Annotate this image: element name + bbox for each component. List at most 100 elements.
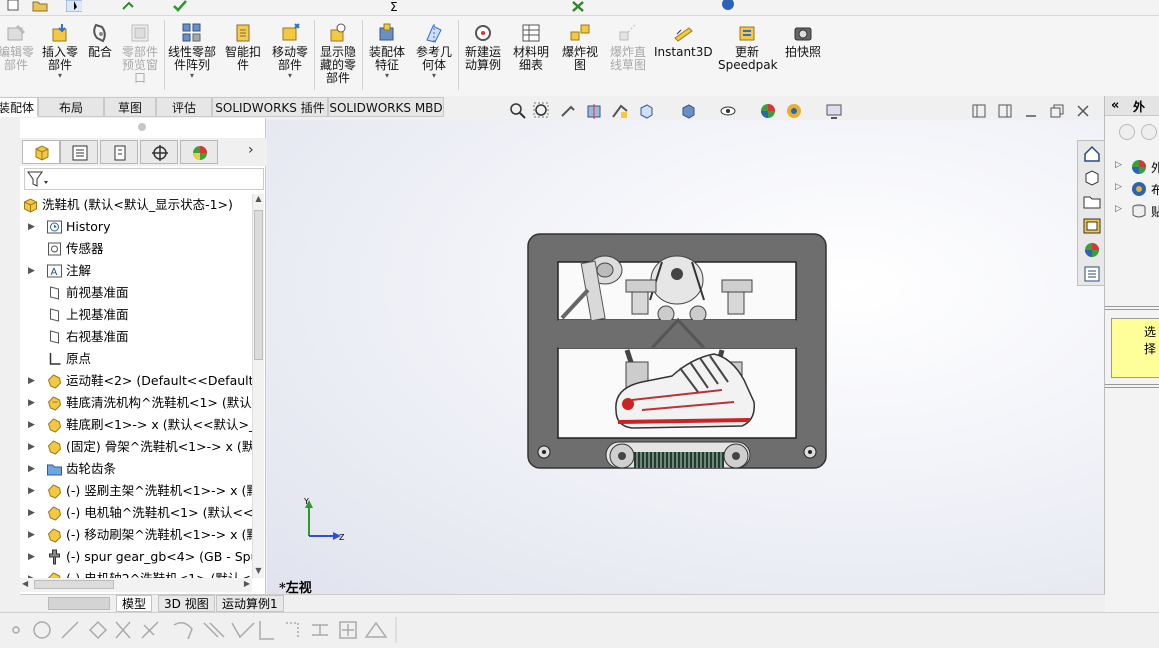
update-speedpak-button[interactable]: 更新 Speedpak — [718, 22, 778, 72]
zoom-to-fit-icon[interactable] — [509, 102, 527, 120]
appearances-scenes-icon[interactable] — [1082, 240, 1102, 260]
decals-tree-item[interactable]: ▷ 贴 — [1105, 202, 1159, 222]
tab-configuration-manager[interactable] — [100, 140, 138, 164]
tree-item[interactable]: ▶ 鞋底清洗机构^洗鞋机<1> (默认< — [20, 392, 252, 414]
file-explorer-icon[interactable] — [1082, 192, 1102, 212]
restore-icon[interactable] — [1050, 104, 1064, 118]
rebuild-icon[interactable] — [120, 0, 136, 12]
view-settings-icon[interactable] — [825, 102, 843, 120]
scroll-up-icon[interactable]: ▲ — [253, 194, 264, 206]
custom-properties-icon[interactable] — [1082, 264, 1102, 284]
expand-arrow-icon[interactable]: ▶ — [28, 524, 35, 546]
dropdown-arrow-icon[interactable]: ▾ — [166, 72, 218, 80]
bill-of-materials-button[interactable]: 材料明 细表 — [510, 22, 552, 72]
panel-grip[interactable] — [138, 123, 146, 131]
tab-solidworks-mbd[interactable]: SOLIDWORKS MBD — [328, 97, 444, 117]
scroll-thumb[interactable] — [254, 210, 263, 360]
cross-icon[interactable] — [570, 0, 586, 12]
open-icon[interactable] — [32, 0, 48, 12]
new-document-icon[interactable] — [6, 0, 22, 12]
expand-arrow-icon[interactable]: ▶ — [28, 546, 35, 568]
home-icon[interactable] — [1082, 144, 1102, 164]
back-icon[interactable] — [1119, 124, 1135, 140]
previous-view-icon[interactable] — [559, 102, 577, 120]
tree-item[interactable]: ▶ 运动鞋<2> (Default<<Default>_ — [20, 370, 252, 392]
sum-icon[interactable]: Σ — [388, 0, 404, 12]
instant3d-button[interactable]: Instant3D — [654, 22, 713, 59]
move-component-button[interactable]: 移动零 部件 ▾ — [270, 22, 310, 80]
help-icon[interactable] — [720, 0, 736, 12]
expand-arrow-icon[interactable]: ▶ — [28, 370, 35, 392]
dropdown-arrow-icon[interactable]: ▾ — [40, 72, 80, 80]
zoom-to-area-icon[interactable] — [533, 102, 551, 120]
pane-divider[interactable] — [1105, 384, 1159, 388]
tab-assembly[interactable]: 装配体 — [0, 97, 38, 117]
minimize-icon[interactable] — [1024, 104, 1038, 118]
exploded-view-button[interactable]: 爆炸视 图 — [560, 22, 600, 72]
expand-arrow-icon[interactable]: ▶ — [28, 568, 35, 578]
tree-item[interactable]: ▶ (-) spur gear_gb<4> (GB - Spur — [20, 546, 252, 568]
forward-icon[interactable] — [1141, 124, 1157, 140]
scenes-tree-item[interactable]: ▷ 布 — [1105, 180, 1159, 200]
dynamic-annotation-icon[interactable] — [611, 102, 629, 120]
expand-arrow-icon[interactable]: ▶ — [28, 414, 35, 436]
expand-arrow-icon[interactable]: ▶ — [28, 436, 35, 458]
tile-left-icon[interactable] — [972, 104, 986, 118]
tabs-scroll-right-icon[interactable]: › — [248, 142, 254, 158]
display-style-icon[interactable] — [679, 102, 697, 120]
insert-component-button[interactable]: 插入零 部件 ▾ — [40, 22, 80, 80]
view-palette-icon[interactable] — [1082, 216, 1102, 236]
snapshot-button[interactable]: 拍快照 — [780, 22, 826, 59]
dropdown-arrow-icon[interactable]: ▾ — [414, 72, 454, 80]
tree-item[interactable]: 洗鞋机 (默认<默认_显示状态-1>) — [20, 194, 252, 216]
hide-show-items-icon[interactable] — [719, 102, 737, 120]
tree-item[interactable]: 右视基准面 — [20, 326, 252, 348]
design-library-icon[interactable] — [1082, 168, 1102, 188]
expand-arrow-icon[interactable]: ▷ — [1115, 182, 1122, 192]
pane-divider[interactable] — [1105, 306, 1159, 310]
tree-item[interactable]: 原点 — [20, 348, 252, 370]
edit-component-button[interactable]: 编辑零 部件 — [0, 22, 34, 72]
expand-arrow-icon[interactable]: ▶ — [28, 458, 35, 480]
smart-fasteners-button[interactable]: 智能扣 件 — [222, 22, 264, 72]
assembly-features-button[interactable]: 装配体 特征 ▾ — [366, 22, 408, 80]
tree-item[interactable]: ▶ (-) 竖刷主架^洗鞋机<1>-> x (默认 — [20, 480, 252, 502]
collapse-pane-icon[interactable]: « — [1111, 98, 1119, 113]
graphics-area[interactable]: Y Z *左视 — [267, 120, 1104, 594]
show-hidden-components-button[interactable]: 显示隐 藏的零 部件 — [318, 22, 358, 85]
component-preview-button[interactable]: 零部件 预览窗 口 — [118, 22, 162, 85]
tab-sketch[interactable]: 草图 — [104, 97, 156, 117]
tab-feature-manager[interactable] — [22, 140, 60, 164]
tree-vertical-scrollbar[interactable]: ▲ ▼ — [252, 194, 264, 578]
new-motion-study-button[interactable]: 新建运 动算例 — [462, 22, 504, 72]
expand-arrow-icon[interactable]: ▶ — [28, 502, 35, 524]
tree-item[interactable]: ▶ 齿轮齿条 — [20, 458, 252, 480]
scroll-right-icon[interactable]: ▶ — [244, 579, 250, 588]
apply-scene-icon[interactable] — [785, 102, 803, 120]
tree-item[interactable]: ▶ History — [20, 216, 252, 238]
explode-line-sketch-button[interactable]: 爆炸直 线草图 — [606, 22, 650, 72]
dropdown-arrow-icon[interactable]: ▾ — [366, 72, 408, 80]
tab-display-manager[interactable] — [180, 140, 218, 164]
tree-item[interactable]: ▶ (-) 移动刷架^洗鞋机<1>-> x (默认 — [20, 524, 252, 546]
tab-model[interactable]: 模型 — [116, 595, 153, 612]
edit-appearance-icon[interactable] — [759, 102, 777, 120]
scroll-thumb[interactable] — [34, 580, 114, 589]
tab-motion-study-1[interactable]: 运动算例1 — [216, 595, 284, 612]
expand-arrow-icon[interactable]: ▶ — [28, 216, 35, 238]
scroll-left-icon[interactable]: ◀ — [22, 579, 28, 588]
tree-item[interactable]: ▶ (-) 电机轴^洗鞋机<1> (默认<<默 — [20, 502, 252, 524]
check-icon[interactable] — [172, 0, 188, 12]
close-icon[interactable] — [1076, 104, 1090, 118]
tile-right-icon[interactable] — [998, 104, 1012, 118]
tab-layout[interactable]: 布局 — [38, 97, 104, 117]
tree-item[interactable]: ▶ 鞋底刷<1>-> x (默认<<默认>_显 — [20, 414, 252, 436]
tree-filter-input[interactable] — [24, 168, 264, 190]
shoe-washer-model[interactable] — [522, 230, 842, 485]
linear-pattern-button[interactable]: 线性零部 件阵列 ▾ — [166, 22, 218, 80]
appearance-tree-item[interactable]: ▷ 外 — [1105, 158, 1159, 178]
mate-button[interactable]: 配合 — [84, 22, 116, 59]
scroll-down-icon[interactable]: ▼ — [253, 566, 264, 578]
tree-item[interactable]: 传感器 — [20, 238, 252, 260]
expand-arrow-icon[interactable]: ▶ — [28, 392, 35, 414]
